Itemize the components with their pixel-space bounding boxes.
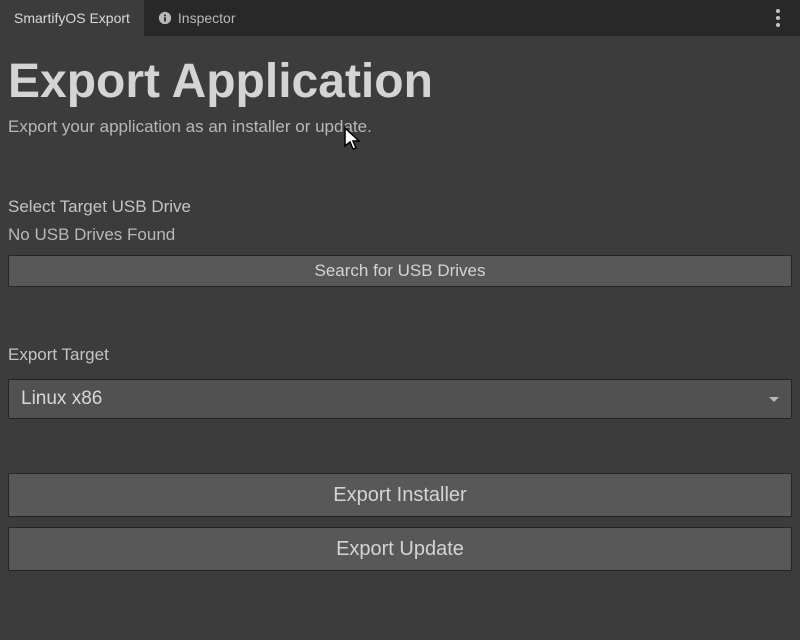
tab-export[interactable]: SmartifyOS Export xyxy=(0,0,144,36)
export-actions: Export Installer Export Update xyxy=(8,473,792,571)
button-label: Export Installer xyxy=(333,484,466,507)
chevron-down-icon xyxy=(769,397,779,402)
usb-status: No USB Drives Found xyxy=(8,225,792,245)
target-section: Export Target Linux x86 xyxy=(8,345,792,419)
info-icon xyxy=(158,11,172,25)
button-label: Export Update xyxy=(336,538,464,561)
search-usb-button[interactable]: Search for USB Drives xyxy=(8,255,792,287)
export-update-button[interactable]: Export Update xyxy=(8,527,792,571)
tab-bar: SmartifyOS Export Inspector xyxy=(0,0,800,36)
page-subtitle: Export your application as an installer … xyxy=(8,117,792,137)
content-area: Export Application Export your applicati… xyxy=(0,36,800,579)
usb-label: Select Target USB Drive xyxy=(8,197,792,217)
kebab-menu-button[interactable] xyxy=(766,0,790,36)
tab-label: SmartifyOS Export xyxy=(14,10,130,26)
export-installer-button[interactable]: Export Installer xyxy=(8,473,792,517)
kebab-icon xyxy=(776,9,780,27)
target-label: Export Target xyxy=(8,345,792,365)
tab-label: Inspector xyxy=(178,10,236,26)
page-title: Export Application xyxy=(8,54,792,109)
tab-inspector[interactable]: Inspector xyxy=(144,0,250,36)
dropdown-selected: Linux x86 xyxy=(21,388,102,410)
usb-section: Select Target USB Drive No USB Drives Fo… xyxy=(8,197,792,287)
export-target-dropdown[interactable]: Linux x86 xyxy=(8,379,792,419)
button-label: Search for USB Drives xyxy=(315,261,486,281)
